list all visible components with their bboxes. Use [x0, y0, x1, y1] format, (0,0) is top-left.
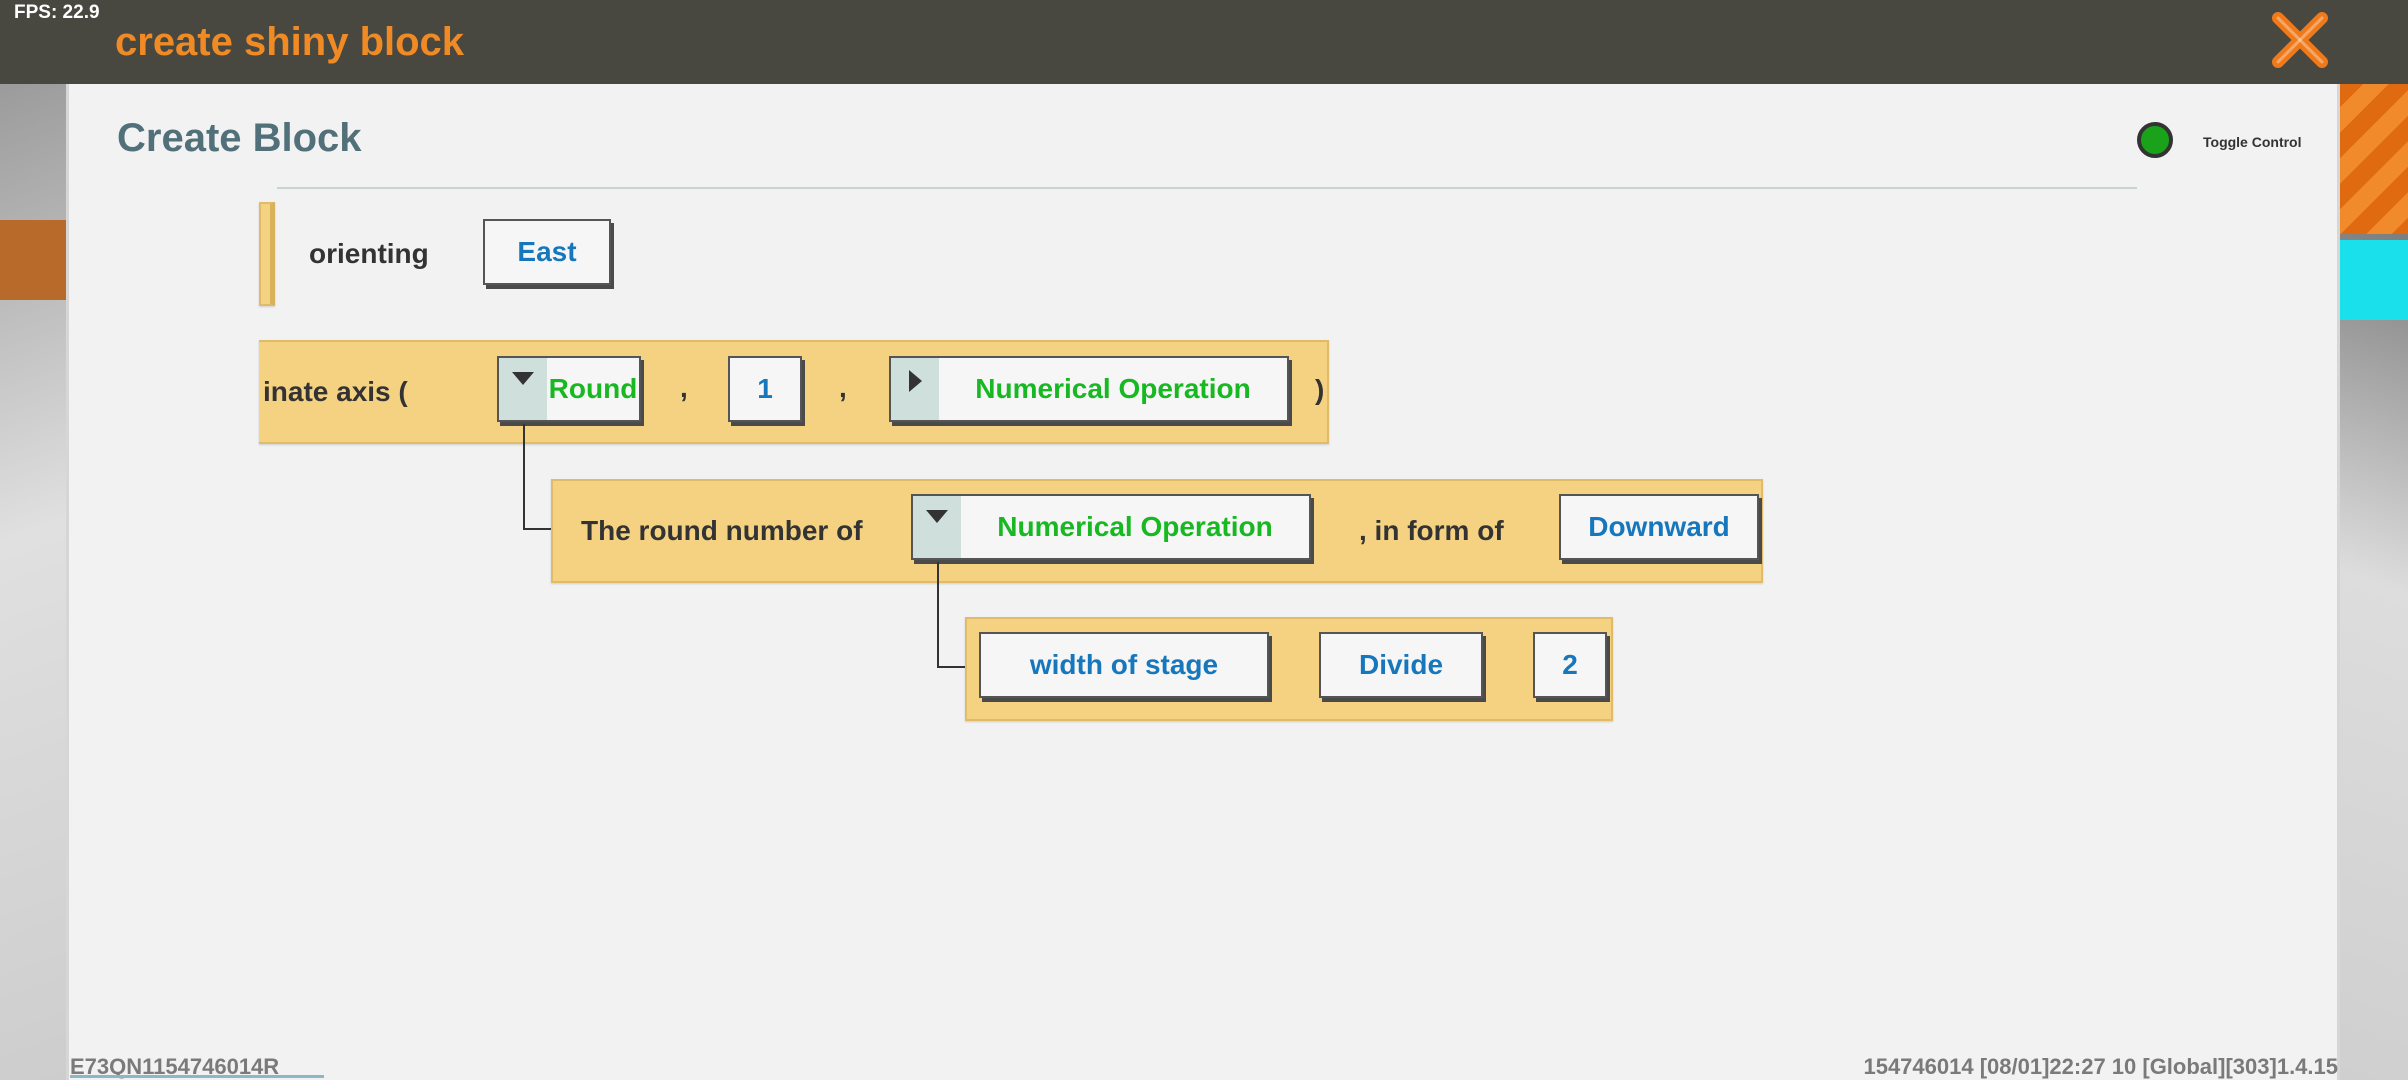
- axis-argument-value: 1: [757, 373, 773, 404]
- axis-operation-label: Numerical Operation: [975, 373, 1251, 404]
- axis-argument-field[interactable]: 1: [728, 356, 802, 422]
- orienting-value-field[interactable]: East: [483, 219, 611, 285]
- width-of-stage-field[interactable]: width of stage: [979, 632, 1269, 698]
- window-title-bar: FPS: 22.9 create shiny block: [0, 0, 2408, 84]
- axis-operation-field[interactable]: Numerical Operation: [889, 356, 1289, 422]
- panel-title: Create Block: [117, 116, 362, 160]
- round-function-field[interactable]: Round: [497, 356, 641, 422]
- round-form-value: Downward: [1588, 511, 1730, 542]
- title-divider: [277, 187, 2137, 189]
- round-operation-field[interactable]: Numerical Operation: [911, 494, 1311, 560]
- close-icon: [2272, 12, 2328, 68]
- divide-operator-value: Divide: [1358, 649, 1444, 680]
- coordinate-axis-label: inate axis (: [263, 376, 408, 407]
- fps-counter: FPS: 22.9: [14, 2, 100, 23]
- round-form-field[interactable]: Downward: [1559, 494, 1759, 560]
- toggle-control-indicator[interactable]: [2137, 122, 2173, 158]
- axis-operation-expand-toggle[interactable]: [891, 358, 939, 420]
- round-operation-label: Numerical Operation: [997, 511, 1273, 542]
- window-title: create shiny block: [115, 20, 465, 64]
- round-operation-dropdown-toggle[interactable]: [913, 496, 961, 558]
- close-paren: ): [1315, 374, 1325, 405]
- orienting-block[interactable]: [259, 202, 275, 306]
- chevron-down-icon: [512, 372, 534, 385]
- orienting-value: East: [517, 236, 577, 267]
- chevron-down-icon: [926, 510, 948, 523]
- width-of-stage-value: width of stage: [1029, 649, 1219, 680]
- comma-separator-1: ,: [680, 372, 688, 403]
- comma-separator-2: ,: [839, 372, 847, 403]
- round-dropdown-toggle[interactable]: [499, 358, 547, 420]
- background-object-left: [0, 220, 70, 300]
- background-cyan-object: [2338, 240, 2408, 320]
- background-object-right: [2338, 84, 2408, 234]
- chevron-right-icon: [908, 370, 922, 392]
- in-form-of-label: , in form of: [1359, 515, 1504, 546]
- round-number-label: The round number of: [581, 515, 863, 546]
- round-function-label: Round: [548, 373, 638, 404]
- footer-underline: [70, 1075, 324, 1078]
- create-block-panel: Create Block Toggle Control orienting Ea…: [66, 84, 2340, 1080]
- toggle-control-label[interactable]: Toggle Control: [2203, 134, 2302, 150]
- divide-operator-field[interactable]: Divide: [1319, 632, 1483, 698]
- orienting-label: orienting: [309, 238, 429, 269]
- divisor-field[interactable]: 2: [1533, 632, 1607, 698]
- close-button[interactable]: [2268, 8, 2332, 72]
- divisor-value: 2: [1562, 649, 1578, 680]
- footer-version-info: 154746014 [08/01]22:27 10 [Global][303]1…: [1863, 1054, 2338, 1079]
